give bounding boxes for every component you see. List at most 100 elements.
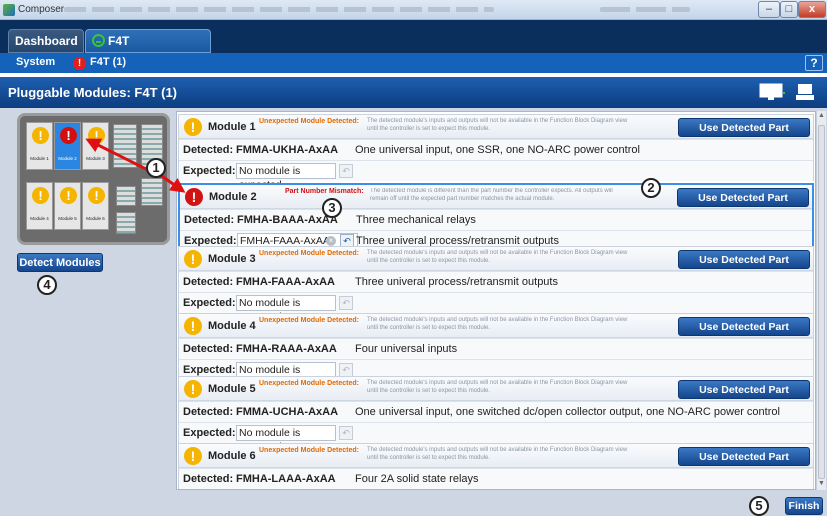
use-detected-part-number-button[interactable]: Use Detected Part Number <box>677 188 809 222</box>
clear-field-icon[interactable]: × <box>326 236 336 246</box>
detected-label: Detected: <box>183 343 234 355</box>
window-title: Composer <box>18 4 65 15</box>
preview-slot-4[interactable]: ! Module 4 <box>26 182 53 230</box>
module-header: ! Module 1 Unexpected Module Detected: T… <box>179 115 813 152</box>
minimize-button[interactable]: – <box>758 1 780 18</box>
expected-row: Expected: No module is expected ↶ <box>179 422 813 453</box>
preview-slot-1[interactable]: ! Module 1 <box>26 122 53 170</box>
device-view-icon[interactable] <box>793 83 819 101</box>
module-header: ! Module 5 Unexpected Module Detected: T… <box>179 377 813 414</box>
smiley-status-icon <box>92 34 105 47</box>
detected-label: Detected: <box>183 276 234 288</box>
module-list-scrollbar[interactable]: ▲ ▼ <box>816 111 826 490</box>
preview-slot-label: Module 2 <box>58 156 77 161</box>
tab-f4t[interactable]: F4T (192.168.0.222)x <box>85 29 211 70</box>
module-status-message: The detected module's inputs and outputs… <box>367 447 628 461</box>
module-status: Unexpected Module Detected: <box>259 118 359 125</box>
use-detected-part-number-button[interactable]: Use Detected Part Number <box>678 118 810 152</box>
module-status: Unexpected Module Detected: <box>259 380 359 387</box>
detected-label: Detected: <box>183 473 234 485</box>
detected-part-number: FMMA-UKHA-AxAA <box>236 144 339 156</box>
module-name: Module 1 <box>208 121 256 133</box>
expected-row: Expected: No module is expected ↶ <box>179 160 813 191</box>
detected-row: Detected: FMHA-BAAA-AxAA Three mechanica… <box>180 209 812 230</box>
undo-icon: ↶ <box>339 296 353 310</box>
module-list: ! Module 1 Unexpected Module Detected: T… <box>176 111 816 490</box>
tab-dashboard[interactable]: Dashboard <box>8 29 84 53</box>
detected-label: Detected: <box>183 144 234 156</box>
error-icon: ! <box>73 57 86 70</box>
composer-app-icon <box>3 4 15 16</box>
callout-1: 1 <box>146 158 166 178</box>
module-status-message: The detected module's inputs and outputs… <box>367 380 628 394</box>
preview-slot-5[interactable]: ! Module 5 <box>54 182 81 230</box>
scroll-up-icon[interactable]: ▲ <box>818 112 825 119</box>
callout-5: 5 <box>749 496 769 516</box>
breadcrumb-device[interactable]: ! F4T (1) <box>73 56 126 70</box>
error-icon: ! <box>185 188 203 206</box>
module-status: Unexpected Module Detected: <box>259 250 359 257</box>
tab-bar: Dashboard F4T (192.168.0.222)x <box>0 20 827 70</box>
page-header: Pluggable Modules: F4T (1) <box>0 77 827 108</box>
module-name: Module 2 <box>209 191 257 203</box>
maximize-button[interactable]: □ <box>780 1 798 18</box>
expected-part-number-field[interactable]: No module is expected <box>236 425 336 453</box>
blurred-user-area <box>600 7 690 12</box>
breadcrumb-system[interactable]: System <box>16 56 55 68</box>
module-status: Unexpected Module Detected: <box>259 317 359 324</box>
finish-button[interactable]: Finish <box>785 497 823 515</box>
module-header: ! Module 3 Unexpected Module Detected: T… <box>179 247 813 284</box>
detected-part-number: FMMA-UCHA-AxAA <box>236 406 339 418</box>
preview-slot-label: Module 1 <box>30 156 49 161</box>
expected-row: Expected: No module is expected ↶ <box>179 292 813 323</box>
callout-4: 4 <box>37 275 57 295</box>
close-window-button[interactable]: x <box>798 1 826 18</box>
detected-row: Detected: FMMA-UKHA-AxAA One universal i… <box>179 139 813 160</box>
preview-slot-2[interactable]: ! Module 2 <box>54 122 81 170</box>
warning-icon: ! <box>32 187 49 204</box>
detected-row: Detected: FMHA-LAAA-AxAA Four 2A solid s… <box>179 468 813 489</box>
module-name: Module 6 <box>208 450 256 462</box>
expected-part-number-field[interactable]: No module is expected <box>236 295 336 323</box>
expected-part-number-field[interactable]: No module is expected <box>236 163 336 191</box>
detected-label: Detected: <box>183 406 234 418</box>
module-status: Unexpected Module Detected: <box>259 447 359 454</box>
use-detected-part-number-button[interactable]: Use Detected Part Number <box>678 380 810 414</box>
undo-icon: ↶ <box>339 164 353 178</box>
help-button[interactable]: ? <box>805 55 823 71</box>
module-status-message: The detected module's inputs and outputs… <box>367 118 628 132</box>
module-card-2: ! Module 2 Part Number Mismatch: The det… <box>178 183 814 252</box>
module-status-message: The detected module's inputs and outputs… <box>367 250 628 264</box>
module-card-5: ! Module 5 Unexpected Module Detected: T… <box>178 376 814 453</box>
detected-part-number: FMHA-BAAA-AxAA <box>237 214 338 226</box>
detected-description: Three univeral process/retransmit output… <box>355 276 558 288</box>
connector-block <box>141 178 163 206</box>
scroll-thumb[interactable] <box>818 125 825 479</box>
use-detected-part-number-button[interactable]: Use Detected Part Number <box>678 447 810 481</box>
detect-modules-button[interactable]: Detect Modules <box>17 253 103 272</box>
undo-icon: ↶ <box>339 426 353 440</box>
detected-label: Detected: <box>184 214 235 226</box>
preview-slot-3[interactable]: ! Module 3 <box>82 122 109 170</box>
scroll-down-icon[interactable]: ▼ <box>818 480 825 487</box>
use-detected-part-number-button[interactable]: Use Detected Part Number <box>678 317 810 351</box>
monitor-icon[interactable] <box>759 83 785 101</box>
module-header: ! Module 2 Part Number Mismatch: The det… <box>180 185 812 222</box>
callout-2: 2 <box>641 178 661 198</box>
use-detected-part-number-button[interactable]: Use Detected Part Number <box>678 250 810 284</box>
module-card-4: ! Module 4 Unexpected Module Detected: T… <box>178 313 814 390</box>
module-card-3: ! Module 3 Unexpected Module Detected: T… <box>178 246 814 323</box>
module-status-message: The detected module is different than th… <box>370 188 613 202</box>
detected-row: Detected: FMHA-FAAA-AxAA Three univeral … <box>179 271 813 292</box>
preview-slot-6[interactable]: ! Module 6 <box>82 182 109 230</box>
breadcrumb: System ! F4T (1) ? <box>0 53 827 73</box>
warning-icon: ! <box>184 250 202 268</box>
warning-icon: ! <box>184 317 202 335</box>
window-title-bar: Composer – □ x <box>0 0 827 20</box>
warning-icon: ! <box>88 127 105 144</box>
expected-label: Expected: <box>183 165 236 177</box>
preview-slot-label: Module 6 <box>86 216 105 221</box>
warning-icon: ! <box>184 118 202 136</box>
detected-row: Detected: FMHA-RAAA-AxAA Four universal … <box>179 338 813 359</box>
detected-description: Four 2A solid state relays <box>355 473 479 485</box>
